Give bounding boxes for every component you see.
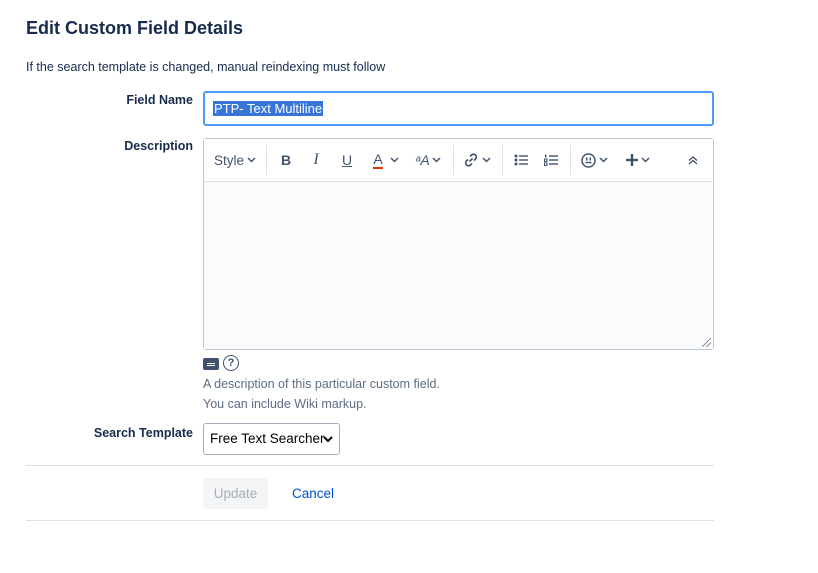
insert-icon — [626, 154, 638, 166]
search-template-select[interactable]: Free Text Searcher — [203, 423, 340, 455]
chevron-down-icon — [390, 157, 399, 163]
text-color-icon: A — [373, 150, 383, 169]
divider — [26, 465, 714, 466]
toolbar-separator — [502, 145, 503, 175]
wiki-markup-help-text: You can include Wiki markup. — [203, 397, 367, 411]
bullet-list-icon — [514, 154, 528, 166]
chevron-down-icon — [482, 157, 491, 163]
bullet-list-button[interactable] — [511, 147, 531, 173]
text-size-button[interactable]: ᵃA — [412, 147, 444, 173]
resize-handle[interactable] — [702, 338, 711, 347]
description-help-text: A description of this particular custom … — [203, 377, 440, 391]
toolbar-separator — [570, 145, 571, 175]
field-name-input[interactable]: PTP- Text Multiline — [203, 91, 714, 126]
search-template-label: Search Template — [93, 426, 193, 440]
update-button[interactable]: Update — [203, 478, 268, 509]
numbered-list-icon — [544, 154, 558, 166]
field-name-value: PTP- Text Multiline — [213, 101, 324, 116]
search-template-value: Free Text Searcher — [210, 431, 325, 446]
collapse-toolbar-icon — [688, 155, 698, 164]
chevron-down-icon — [432, 157, 441, 163]
text-color-button[interactable]: A — [368, 147, 404, 173]
chevron-down-icon — [323, 424, 333, 454]
numbered-list-button[interactable] — [541, 147, 561, 173]
italic-icon: I — [313, 151, 319, 168]
page-title: Edit Custom Field Details — [26, 18, 244, 38]
description-textarea[interactable] — [204, 182, 713, 349]
description-label: Description — [124, 139, 193, 153]
style-dropdown[interactable]: Style — [214, 147, 256, 173]
chevron-down-icon — [247, 157, 256, 163]
emoji-icon — [580, 152, 596, 168]
style-dropdown-label: Style — [214, 152, 245, 168]
link-icon — [464, 153, 478, 167]
wiki-markup-icon[interactable] — [203, 358, 219, 370]
description-editor: Style B I U A ᵃA — [203, 138, 714, 350]
toolbar-separator — [266, 145, 267, 175]
underline-button[interactable]: U — [337, 147, 357, 173]
italic-button[interactable]: I — [306, 147, 326, 173]
emoji-button[interactable] — [579, 147, 609, 173]
reindex-notice: If the search template is changed, manua… — [26, 60, 386, 74]
text-size-icon: ᵃA — [415, 152, 430, 168]
bold-button[interactable]: B — [276, 147, 296, 173]
link-button[interactable] — [462, 147, 492, 173]
chevron-down-icon — [598, 157, 608, 163]
chevron-down-icon — [641, 157, 650, 163]
field-name-label: Field Name — [126, 93, 193, 107]
cancel-link[interactable]: Cancel — [292, 478, 334, 509]
bold-icon: B — [280, 152, 292, 168]
help-icon[interactable]: ? — [223, 355, 239, 371]
insert-button[interactable] — [624, 147, 652, 173]
collapse-toolbar-button[interactable] — [684, 147, 702, 173]
underline-icon: U — [341, 152, 353, 168]
editor-toolbar: Style B I U A ᵃA — [204, 139, 713, 182]
toolbar-separator — [453, 145, 454, 175]
divider — [26, 520, 714, 521]
